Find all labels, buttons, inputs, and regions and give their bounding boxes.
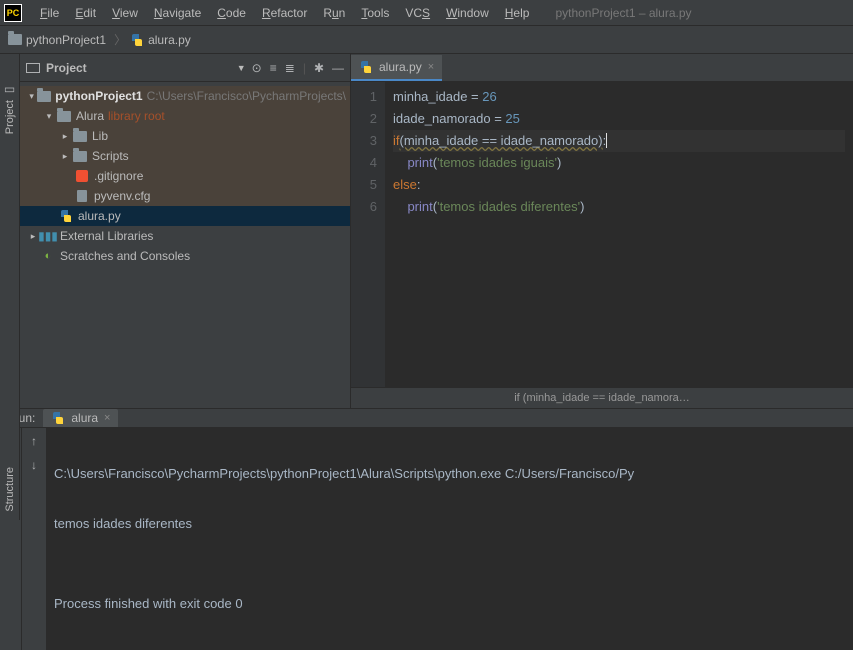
- tree-external-libraries[interactable]: ▸ ▮▮▮ External Libraries: [20, 226, 350, 246]
- run-console[interactable]: C:\Users\Francisco\PycharmProjects\pytho…: [46, 428, 853, 650]
- settings-icon[interactable]: ✱: [314, 61, 324, 75]
- python-file-icon: [51, 411, 65, 425]
- project-panel: Project ▼ ⊙ ≡ ≣ | ✱ — ▾ pythonProject1 C…: [20, 54, 350, 408]
- run-tool-window: Run: alura × ▶ 🔧 ⋮ ↑ ↓ C:\Users\Francisc…: [0, 408, 853, 520]
- run-tab[interactable]: alura ×: [43, 409, 118, 427]
- left-tool-rail: ▭ Project: [0, 54, 20, 408]
- menu-tools[interactable]: Tools: [353, 6, 397, 20]
- chevron-down-icon[interactable]: ▾: [26, 91, 37, 102]
- code-editor[interactable]: 1 2 3 4 5 6 minha_idade = 26 idade_namor…: [351, 82, 853, 387]
- dropdown-icon[interactable]: ▼: [237, 63, 246, 73]
- project-rail-label[interactable]: Project: [4, 100, 16, 134]
- gutter: 1 2 3 4 5 6: [351, 82, 385, 387]
- collapse-all-icon[interactable]: ≣: [285, 61, 295, 75]
- down-arrow-icon[interactable]: ↓: [31, 458, 37, 472]
- editor-tab-bar: alura.py ×: [351, 54, 853, 82]
- breadcrumb-bar: pythonProject1 〉 alura.py: [0, 26, 853, 54]
- editor-tab-alura[interactable]: alura.py ×: [351, 55, 442, 81]
- main-menu-bar: PC File Edit View Navigate Code Refactor…: [0, 0, 853, 26]
- structure-rail-label[interactable]: Structure: [4, 467, 16, 512]
- tree-file-alura-py[interactable]: alura.py: [20, 206, 350, 226]
- project-tool-icon[interactable]: ▭: [4, 82, 15, 96]
- menu-file[interactable]: File: [32, 6, 67, 20]
- folder-icon: [8, 34, 22, 45]
- close-tab-icon[interactable]: ×: [104, 412, 110, 424]
- up-arrow-icon[interactable]: ↑: [31, 434, 37, 448]
- menu-refactor[interactable]: Refactor: [254, 6, 315, 20]
- menu-code[interactable]: Code: [209, 6, 254, 20]
- left-rail-bottom: Structure: [0, 408, 20, 520]
- chevron-right-icon: 〉: [114, 31, 126, 48]
- editor-area: alura.py × 1 2 3 4 5 6 minha_idade = 26 …: [350, 54, 853, 408]
- menu-navigate[interactable]: Navigate: [146, 6, 209, 20]
- folder-icon: [73, 131, 87, 142]
- python-file-icon: [359, 60, 373, 74]
- chevron-down-icon[interactable]: ▾: [42, 111, 56, 122]
- tree-file-pyvenv[interactable]: pyvenv.cfg: [20, 186, 350, 206]
- gitignore-icon: [76, 170, 88, 182]
- tree-folder-alura[interactable]: ▾ Alura library root: [20, 106, 350, 126]
- select-opened-file-icon[interactable]: ⊙: [252, 61, 262, 75]
- menu-vcs[interactable]: VCS: [397, 6, 438, 20]
- scratch-icon: ◐: [40, 250, 56, 262]
- file-icon: [77, 190, 87, 202]
- menu-edit[interactable]: Edit: [67, 6, 104, 20]
- tree-root[interactable]: ▾ pythonProject1 C:\Users\Francisco\Pych…: [20, 86, 350, 106]
- folder-icon: [37, 91, 51, 102]
- tree-file-gitignore[interactable]: .gitignore: [20, 166, 350, 186]
- code-content[interactable]: minha_idade = 26 idade_namorado = 25 if(…: [385, 82, 853, 387]
- breadcrumb-file[interactable]: alura.py: [130, 33, 191, 47]
- editor-breadcrumb: if (minha_idade == idade_namora…: [351, 387, 853, 408]
- folder-icon: [57, 111, 71, 122]
- chevron-right-icon[interactable]: ▸: [58, 151, 72, 162]
- project-header-icon: [26, 63, 40, 73]
- library-icon: ▮▮▮: [40, 229, 56, 243]
- menu-run[interactable]: Run: [315, 6, 353, 20]
- tree-folder-lib[interactable]: ▸ Lib: [20, 126, 350, 146]
- tree-scratches[interactable]: ◐ Scratches and Consoles: [20, 246, 350, 266]
- run-header: Run: alura ×: [0, 409, 853, 428]
- hide-panel-icon[interactable]: —: [332, 61, 344, 75]
- menu-help[interactable]: Help: [497, 6, 538, 20]
- project-tree[interactable]: ▾ pythonProject1 C:\Users\Francisco\Pych…: [20, 82, 350, 408]
- app-icon: PC: [4, 4, 22, 22]
- tree-folder-scripts[interactable]: ▸ Scripts: [20, 146, 350, 166]
- run-nav-rail: ↑ ↓: [22, 428, 46, 650]
- python-file-icon: [130, 33, 144, 47]
- folder-icon: [73, 151, 87, 162]
- menu-window[interactable]: Window: [438, 6, 497, 20]
- chevron-right-icon[interactable]: ▸: [58, 131, 72, 142]
- project-panel-header: Project ▼ ⊙ ≡ ≣ | ✱ —: [20, 54, 350, 82]
- menu-view[interactable]: View: [104, 6, 146, 20]
- window-title: pythonProject1 – alura.py: [555, 6, 691, 20]
- expand-all-icon[interactable]: ≡: [270, 61, 277, 75]
- project-panel-title: Project: [46, 61, 231, 75]
- python-file-icon: [59, 209, 73, 223]
- breadcrumb-project[interactable]: pythonProject1: [8, 33, 106, 47]
- close-tab-icon[interactable]: ×: [428, 61, 434, 73]
